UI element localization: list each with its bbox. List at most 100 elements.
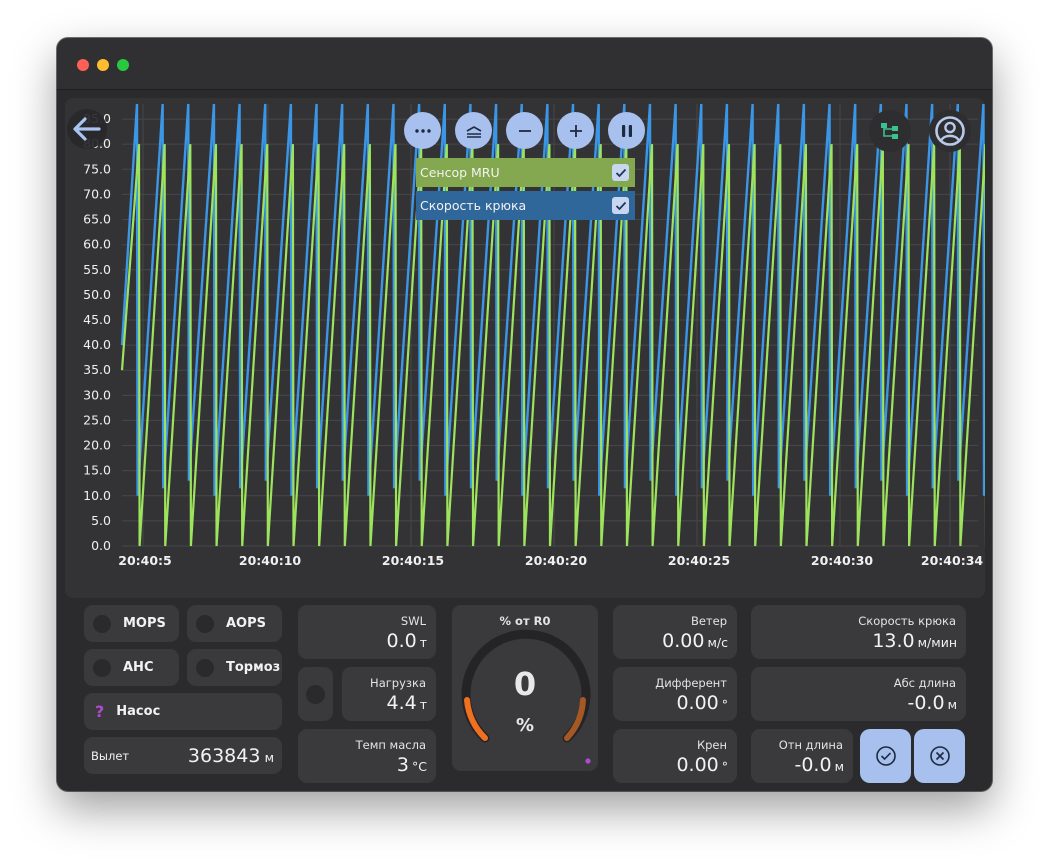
gauge-unit: % [515, 715, 535, 736]
mops-label: MOPS [123, 616, 166, 631]
roll-value: 0.00 [676, 754, 719, 776]
gauge-status-dot [585, 758, 591, 764]
aops-indicator[interactable]: AOPS [187, 605, 282, 642]
mops-status-dot [93, 614, 111, 633]
back-arrow-icon [73, 117, 101, 141]
y-tick-label: 10.0 [83, 488, 111, 503]
r0-gauge-card: % от R0 0 % [452, 605, 598, 771]
trim-value: 0.00 [676, 692, 719, 714]
x-tick-label: 20:40:20 [525, 553, 587, 568]
aops-label: AOPS [226, 616, 267, 631]
x-tick-label: 20:40:5 [118, 553, 172, 568]
reach-unit: м [264, 749, 274, 765]
abs-length-value: -0.0 [907, 692, 945, 714]
y-tick-label: 55.0 [83, 262, 111, 277]
y-tick-label: 45.0 [83, 312, 111, 327]
load-value: 4.4 [386, 692, 417, 714]
rel-length-value: -0.0 [794, 754, 832, 776]
wind-title: Ветер [690, 614, 727, 628]
legend-checkbox-mru[interactable] [612, 164, 629, 181]
swl-title: SWL [400, 614, 426, 628]
app-window: 0.0 5.0 10.0 15.0 20.0 25.0 30.0 35.0 40.0 45.0 50… [57, 38, 992, 791]
load-status-card [298, 667, 333, 721]
legend-item-hook-speed[interactable]: Скорость крюка [416, 191, 635, 220]
trim-card: Дифферент 0.00 ° [613, 667, 737, 721]
abs-length-card: Абс длина -0.0 м [751, 667, 966, 721]
checkmark-icon [615, 168, 626, 177]
layers-button[interactable] [455, 112, 492, 149]
pause-button[interactable] [608, 112, 645, 149]
y-tick-label: 70.0 [83, 186, 111, 201]
abs-length-title: Абс длина [893, 676, 956, 690]
oil-temp-unit: °C [412, 759, 427, 774]
x-tick-label: 20:40:34 [921, 553, 983, 568]
close-window-button[interactable] [77, 59, 89, 71]
x-tick-label: 20:40:25 [668, 553, 730, 568]
more-icon [414, 128, 431, 133]
roll-unit: ° [721, 759, 728, 774]
reach-card: Вылет 363843 м [84, 737, 282, 774]
ahc-indicator[interactable]: AHC [84, 649, 179, 686]
hook-speed-title: Скорость крюка [858, 614, 956, 628]
trim-unit: ° [721, 697, 728, 712]
x-tick-label: 20:40:30 [811, 553, 873, 568]
user-button[interactable] [929, 110, 971, 152]
trim-title: Дифферент [655, 676, 727, 690]
brake-status-dot [196, 658, 214, 677]
wind-unit: м/с [707, 635, 728, 650]
legend-label-hook-speed: Скорость крюка [420, 198, 527, 213]
brake-label: Тормоз [226, 660, 281, 675]
y-tick-label: 50.0 [83, 287, 111, 302]
load-unit: т [419, 697, 427, 712]
minimize-window-button[interactable] [97, 59, 109, 71]
check-circle-icon [875, 746, 896, 766]
y-tick-label: 60.0 [83, 237, 111, 252]
load-card: Нагрузка 4.4 т [342, 667, 436, 721]
zoom-out-icon [518, 129, 531, 132]
pump-indicator[interactable]: ? Насос [84, 693, 282, 730]
y-tick-label: 75.0 [83, 161, 111, 176]
title-bar [57, 38, 992, 90]
y-tick-label: 65.0 [83, 212, 111, 227]
swl-unit: т [419, 635, 427, 650]
pump-label: Насос [116, 704, 161, 719]
layers-icon [466, 125, 481, 138]
brake-indicator[interactable]: Тормоз [187, 649, 282, 686]
rel-length-unit: м [834, 759, 844, 774]
checkmark-icon [615, 201, 626, 210]
y-tick-label: 5.0 [91, 513, 111, 528]
x-tick-label: 20:40:15 [382, 553, 444, 568]
pump-question-icon: ? [95, 702, 105, 721]
y-tick-label: 15.0 [83, 463, 111, 478]
aops-status-dot [196, 614, 214, 633]
zoom-in-icon [569, 124, 582, 137]
legend-item-mru[interactable]: Сенсор MRU [416, 158, 635, 187]
legend-checkbox-hook-speed[interactable] [612, 197, 629, 214]
hook-speed-card: Скорость крюка 13.0 м/мин [751, 605, 966, 659]
oil-temp-title: Темп масла [355, 738, 426, 752]
hierarchy-button[interactable] [869, 110, 911, 152]
hook-speed-unit: м/мин [917, 635, 957, 650]
back-button[interactable] [67, 109, 107, 149]
maximize-window-button[interactable] [117, 59, 129, 71]
zoom-out-button[interactable] [506, 112, 543, 149]
more-button[interactable] [404, 112, 441, 149]
y-tick-label: 25.0 [83, 412, 111, 427]
hierarchy-icon [881, 123, 898, 139]
ahc-status-dot [93, 658, 111, 677]
hook-speed-value: 13.0 [872, 630, 915, 652]
ahc-label: AHC [123, 660, 154, 675]
swl-card: SWL 0.0 т [298, 605, 436, 659]
gauge-value: 0 [513, 665, 537, 703]
wind-card: Ветер 0.00 м/с [613, 605, 737, 659]
confirm-button[interactable] [860, 729, 911, 783]
abs-length-unit: м [947, 697, 957, 712]
y-tick-label: 40.0 [83, 337, 111, 352]
oil-temp-card: Темп масла 3 °C [298, 729, 436, 783]
zoom-in-button[interactable] [557, 112, 594, 149]
cancel-button[interactable] [914, 729, 965, 783]
legend-label-mru: Сенсор MRU [420, 165, 500, 180]
rel-length-title: Отн длина [778, 738, 843, 752]
mops-indicator[interactable]: MOPS [84, 605, 179, 642]
cancel-circle-icon [929, 746, 950, 766]
